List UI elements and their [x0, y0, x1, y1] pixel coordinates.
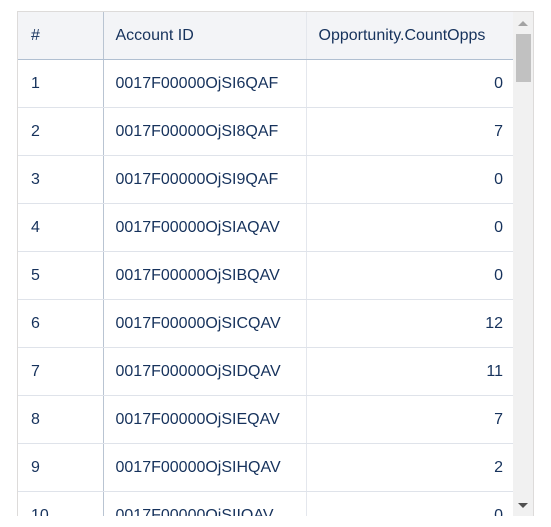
- table-row[interactable]: 3 0017F00000OjSI9QAF 0: [18, 155, 514, 204]
- scroll-up-arrow-icon[interactable]: [518, 21, 528, 26]
- row-number: 1: [18, 59, 104, 108]
- results-grid: # Account ID Opportunity.CountOpps 1 001…: [17, 11, 534, 516]
- count-opps-cell: 0: [306, 491, 514, 516]
- row-number: 8: [18, 395, 104, 444]
- table-row[interactable]: 10 0017F00000OjSIIQAV 0: [18, 491, 514, 516]
- table-row[interactable]: 4 0017F00000OjSIAQAV 0: [18, 203, 514, 252]
- count-opps-cell: 11: [306, 347, 514, 396]
- count-opps-cell: 0: [306, 155, 514, 204]
- table-row[interactable]: 1 0017F00000OjSI6QAF 0: [18, 59, 514, 108]
- scroll-down-arrow-icon[interactable]: [518, 503, 528, 508]
- row-number: 4: [18, 203, 104, 252]
- count-opps-cell: 0: [306, 251, 514, 300]
- table-row[interactable]: 2 0017F00000OjSI8QAF 7: [18, 107, 514, 156]
- row-number: 9: [18, 443, 104, 492]
- account-id-cell: 0017F00000OjSI9QAF: [103, 155, 307, 204]
- count-opps-cell: 7: [306, 107, 514, 156]
- row-number: 10: [18, 491, 104, 516]
- results-table: # Account ID Opportunity.CountOpps 1 001…: [18, 12, 514, 516]
- column-header-count-opps[interactable]: Opportunity.CountOpps: [306, 12, 514, 60]
- account-id-cell: 0017F00000OjSIDQAV: [103, 347, 307, 396]
- account-id-cell: 0017F00000OjSIBQAV: [103, 251, 307, 300]
- scrollbar-thumb[interactable]: [516, 34, 531, 82]
- row-number: 6: [18, 299, 104, 348]
- count-opps-cell: 0: [306, 59, 514, 108]
- row-number: 5: [18, 251, 104, 300]
- header-row: # Account ID Opportunity.CountOpps: [18, 12, 514, 60]
- count-opps-cell: 2: [306, 443, 514, 492]
- row-number: 7: [18, 347, 104, 396]
- column-header-account-id[interactable]: Account ID: [103, 12, 307, 60]
- count-opps-cell: 12: [306, 299, 514, 348]
- account-id-cell: 0017F00000OjSIAQAV: [103, 203, 307, 252]
- table-row[interactable]: 5 0017F00000OjSIBQAV 0: [18, 251, 514, 300]
- vertical-scrollbar[interactable]: [513, 12, 533, 516]
- table-row[interactable]: 6 0017F00000OjSICQAV 12: [18, 299, 514, 348]
- count-opps-cell: 0: [306, 203, 514, 252]
- table-row[interactable]: 9 0017F00000OjSIHQAV 2: [18, 443, 514, 492]
- table-viewport: # Account ID Opportunity.CountOpps 1 001…: [18, 12, 514, 516]
- table-row[interactable]: 7 0017F00000OjSIDQAV 11: [18, 347, 514, 396]
- row-number: 2: [18, 107, 104, 156]
- account-id-cell: 0017F00000OjSIEQAV: [103, 395, 307, 444]
- column-header-row-number[interactable]: #: [18, 12, 104, 60]
- row-number: 3: [18, 155, 104, 204]
- account-id-cell: 0017F00000OjSI8QAF: [103, 107, 307, 156]
- account-id-cell: 0017F00000OjSIIQAV: [103, 491, 307, 516]
- count-opps-cell: 7: [306, 395, 514, 444]
- account-id-cell: 0017F00000OjSIHQAV: [103, 443, 307, 492]
- account-id-cell: 0017F00000OjSICQAV: [103, 299, 307, 348]
- account-id-cell: 0017F00000OjSI6QAF: [103, 59, 307, 108]
- table-row[interactable]: 8 0017F00000OjSIEQAV 7: [18, 395, 514, 444]
